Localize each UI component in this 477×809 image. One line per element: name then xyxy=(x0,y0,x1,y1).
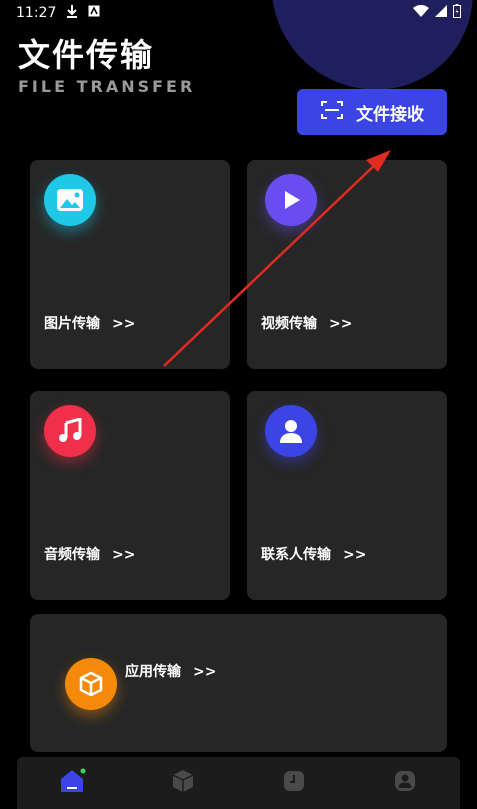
download-icon xyxy=(66,4,78,22)
app-box-icon xyxy=(65,658,117,710)
profile-icon xyxy=(394,770,416,796)
home-icon xyxy=(58,768,86,798)
card-label: 联系人传输 xyxy=(261,547,331,563)
bottom-navigation xyxy=(17,757,460,809)
nav-home[interactable] xyxy=(52,763,92,803)
image-icon xyxy=(44,174,96,226)
card-arrows: >> xyxy=(193,664,217,680)
card-arrows: >> xyxy=(343,547,367,563)
battery-icon xyxy=(453,4,461,22)
card-audio-transfer[interactable]: 音频传输 >> xyxy=(30,391,230,600)
app-notification-icon xyxy=(88,5,100,21)
signal-icon xyxy=(435,5,447,21)
page-subtitle: FILE TRANSFER xyxy=(18,77,196,96)
card-arrows: >> xyxy=(112,316,136,332)
file-receive-button[interactable]: 文件接收 xyxy=(297,89,447,135)
clock-icon xyxy=(283,770,305,796)
card-label: 应用传输 xyxy=(125,664,181,680)
wifi-icon xyxy=(413,4,429,21)
card-arrows: >> xyxy=(329,316,353,332)
box-icon xyxy=(171,769,195,797)
play-icon xyxy=(265,174,317,226)
contact-icon xyxy=(265,405,317,457)
nav-profile[interactable] xyxy=(385,763,425,803)
card-arrows: >> xyxy=(112,547,136,563)
card-app-transfer[interactable]: 应用传输 >> xyxy=(30,614,447,752)
file-receive-label: 文件接收 xyxy=(356,104,424,125)
status-time: 11:27 xyxy=(16,5,57,21)
card-image-transfer[interactable]: 图片传输 >> xyxy=(30,160,230,369)
page-title: 文件传输 xyxy=(18,36,155,74)
status-bar: 11:27 xyxy=(0,0,477,26)
nav-clock[interactable] xyxy=(274,763,314,803)
card-label: 图片传输 xyxy=(44,316,100,332)
music-icon xyxy=(44,405,96,457)
card-label: 视频传输 xyxy=(261,316,317,332)
card-video-transfer[interactable]: 视频传输 >> xyxy=(247,160,447,369)
scan-icon xyxy=(320,99,344,126)
card-label: 音频传输 xyxy=(44,547,100,563)
nav-box[interactable] xyxy=(163,763,203,803)
card-contact-transfer[interactable]: 联系人传输 >> xyxy=(247,391,447,600)
